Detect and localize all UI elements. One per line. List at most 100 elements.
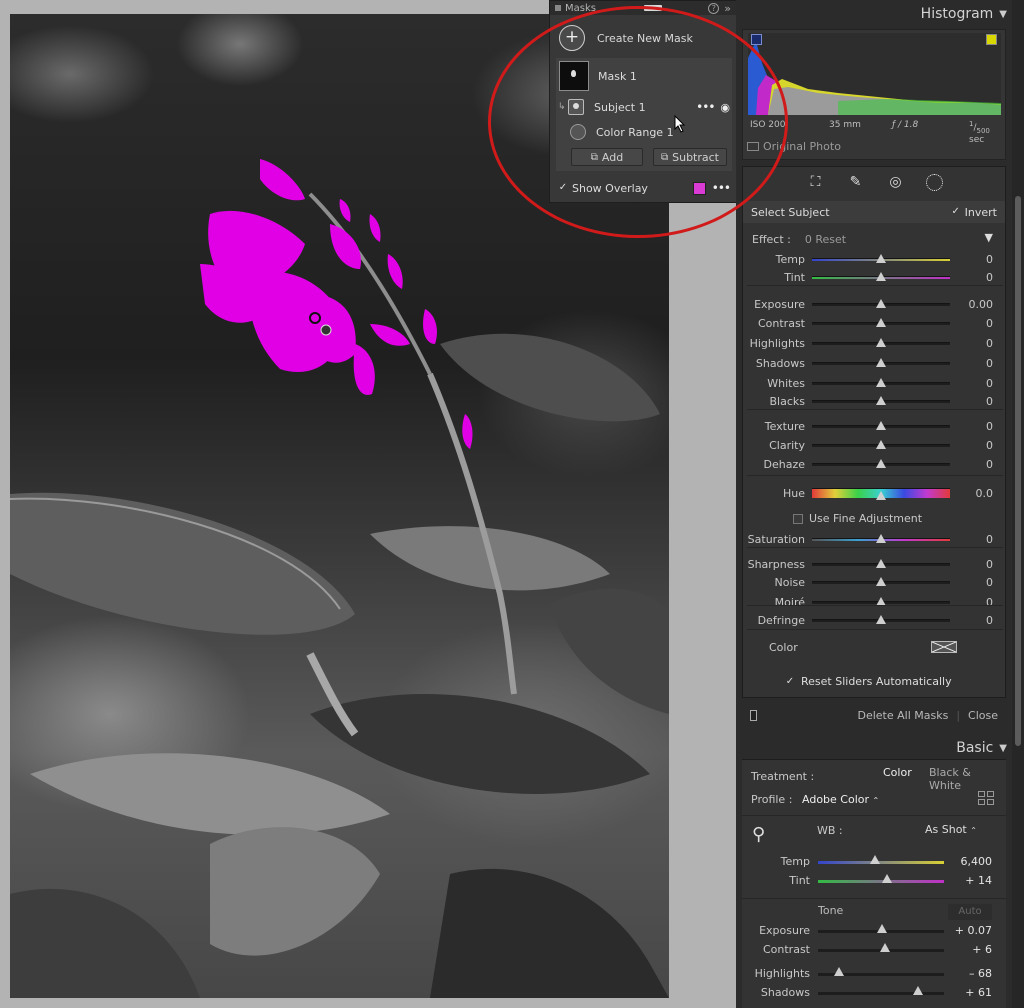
slider-value[interactable]: 0 [986,253,993,266]
masking-tool-icon[interactable] [925,173,943,191]
mask-slider-dehaze[interactable]: Dehaze 0 [743,457,1005,471]
slider-track[interactable] [812,337,950,347]
slider-knob[interactable] [876,298,886,308]
slider-track[interactable] [812,395,950,405]
slider-track[interactable] [812,377,950,387]
slider-knob[interactable] [882,874,893,883]
slider-value[interactable]: 0 [986,337,993,350]
collapse-panel-icon[interactable]: » [724,2,731,15]
slider-value[interactable]: 0 [986,317,993,330]
treatment-color-button[interactable]: Color [883,766,912,779]
slider-knob[interactable] [912,986,923,995]
slider-value[interactable]: 6,400 [961,855,993,868]
slider-value[interactable]: 0.0 [976,487,994,500]
slider-value[interactable]: 0 [986,458,993,471]
slider-knob[interactable] [876,395,886,405]
wb-dropdown[interactable]: As Shot ⌃ [925,823,977,836]
slider-knob[interactable] [876,253,886,263]
slider-knob[interactable] [879,943,890,952]
basic-slider-tint[interactable]: Tint + 14 [742,874,1004,888]
slider-value[interactable]: + 14 [965,874,992,887]
slider-value[interactable]: 0 [986,533,993,546]
slider-track[interactable] [812,558,950,568]
slider-value[interactable]: + 0.07 [955,924,992,937]
mask-slider-sharpness[interactable]: Sharpness 0 [743,557,1005,571]
mask-slider-texture[interactable]: Texture 0 [743,419,1005,433]
slider-knob[interactable] [876,317,886,327]
mask-slider-blacks[interactable]: Blacks 0 [743,394,1005,408]
slider-value[interactable]: 0 [986,271,993,284]
slider-value[interactable]: 0 [986,395,993,408]
slider-value[interactable]: 0 [986,596,993,609]
mask-slider-temp[interactable]: Temp 0 [743,252,1005,266]
show-overlay-checkbox[interactable]: ✓ [558,183,568,193]
invert-checkbox[interactable]: ✓ [951,207,961,217]
masks-panel-titlebar[interactable]: Masks ? » [550,1,736,15]
histogram-header[interactable]: Histogram ▼ [742,3,1007,25]
color-swatch-none[interactable] [931,641,957,653]
overlay-options-icon[interactable]: ••• [712,181,731,195]
mask-1-item[interactable]: Mask 1 [559,61,729,91]
slider-knob[interactable] [877,924,888,933]
mask-slider-tint[interactable]: Tint 0 [743,270,1005,284]
mask-slider-exposure[interactable]: Exposure 0.00 [743,297,1005,311]
slider-track[interactable] [812,420,950,430]
slider-track[interactable] [818,967,944,976]
profile-browser-icon[interactable] [978,791,994,805]
slider-knob[interactable] [876,357,886,367]
slider-track[interactable] [812,271,950,281]
subject-1-component[interactable]: ↳ Subject 1 ••• ◉ [558,99,730,115]
basic-slider-temp[interactable]: Temp 6,400 [742,855,1004,869]
reset-sliders-checkbox[interactable]: ✓ [785,676,795,687]
slider-knob[interactable] [876,558,886,568]
slider-value[interactable]: + 61 [965,986,992,999]
fine-adjustment-checkbox[interactable] [793,513,803,524]
slider-value[interactable]: 0 [986,377,993,390]
slider-knob[interactable] [869,855,880,864]
profile-dropdown[interactable]: Adobe Color ⌃ [802,793,879,806]
mask-slider-saturation[interactable]: Saturation 0 [743,532,1005,546]
slider-knob[interactable] [876,377,886,387]
slider-track[interactable] [812,439,950,449]
slider-knob[interactable] [876,420,886,430]
create-new-mask-button[interactable]: + Create New Mask [559,25,729,51]
mask-slider-hue[interactable]: Hue 0.0 [743,486,1005,500]
effect-row[interactable]: Effect : 0 Reset [752,233,846,246]
slider-track[interactable] [812,317,950,327]
shadow-clipping-icon[interactable] [751,34,762,45]
visibility-eye-icon[interactable]: ◉ [720,101,730,114]
slider-value[interactable]: 0 [986,576,993,589]
slider-track[interactable] [818,943,944,952]
slider-knob[interactable] [876,439,886,449]
add-button[interactable]: ⧉ Add [571,148,643,166]
right-panel-scrollbar[interactable] [1012,0,1024,1008]
slider-value[interactable]: + 6 [972,943,992,956]
slider-track[interactable] [812,596,950,606]
delete-all-masks-button[interactable]: Delete All Masks [857,709,948,722]
slider-knob[interactable] [876,337,886,347]
slider-knob[interactable] [834,967,845,976]
slider-value[interactable]: – 68 [969,967,992,980]
slider-track[interactable] [812,458,950,468]
slider-value[interactable]: 0 [986,614,993,627]
slider-knob[interactable] [876,271,886,281]
slider-value[interactable]: 0 [986,357,993,370]
crop-tool-icon[interactable]: ⛶ [806,174,826,190]
help-icon[interactable]: ? [708,2,720,14]
mask-slider-contrast[interactable]: Contrast 0 [743,316,1005,330]
slider-knob[interactable] [876,458,886,468]
highlight-clipping-icon[interactable] [986,34,997,45]
mask-slider-highlights[interactable]: Highlights 0 [743,336,1005,350]
slider-knob[interactable] [876,491,886,500]
slider-track[interactable] [812,533,950,543]
slider-value[interactable]: 0 [986,558,993,571]
slider-knob[interactable] [876,533,886,543]
basic-slider-shadows[interactable]: Shadows + 61 [742,986,1004,1000]
slider-track[interactable] [812,488,950,500]
slider-track[interactable] [818,924,944,933]
basic-slider-highlights[interactable]: Highlights – 68 [742,967,1004,981]
mask-toggle-icon[interactable] [750,709,757,721]
mask-slider-defringe[interactable]: Defringe 0 [743,613,1005,627]
close-masks-button[interactable]: Close [968,709,998,722]
mask-slider-noise[interactable]: Noise 0 [743,575,1005,589]
